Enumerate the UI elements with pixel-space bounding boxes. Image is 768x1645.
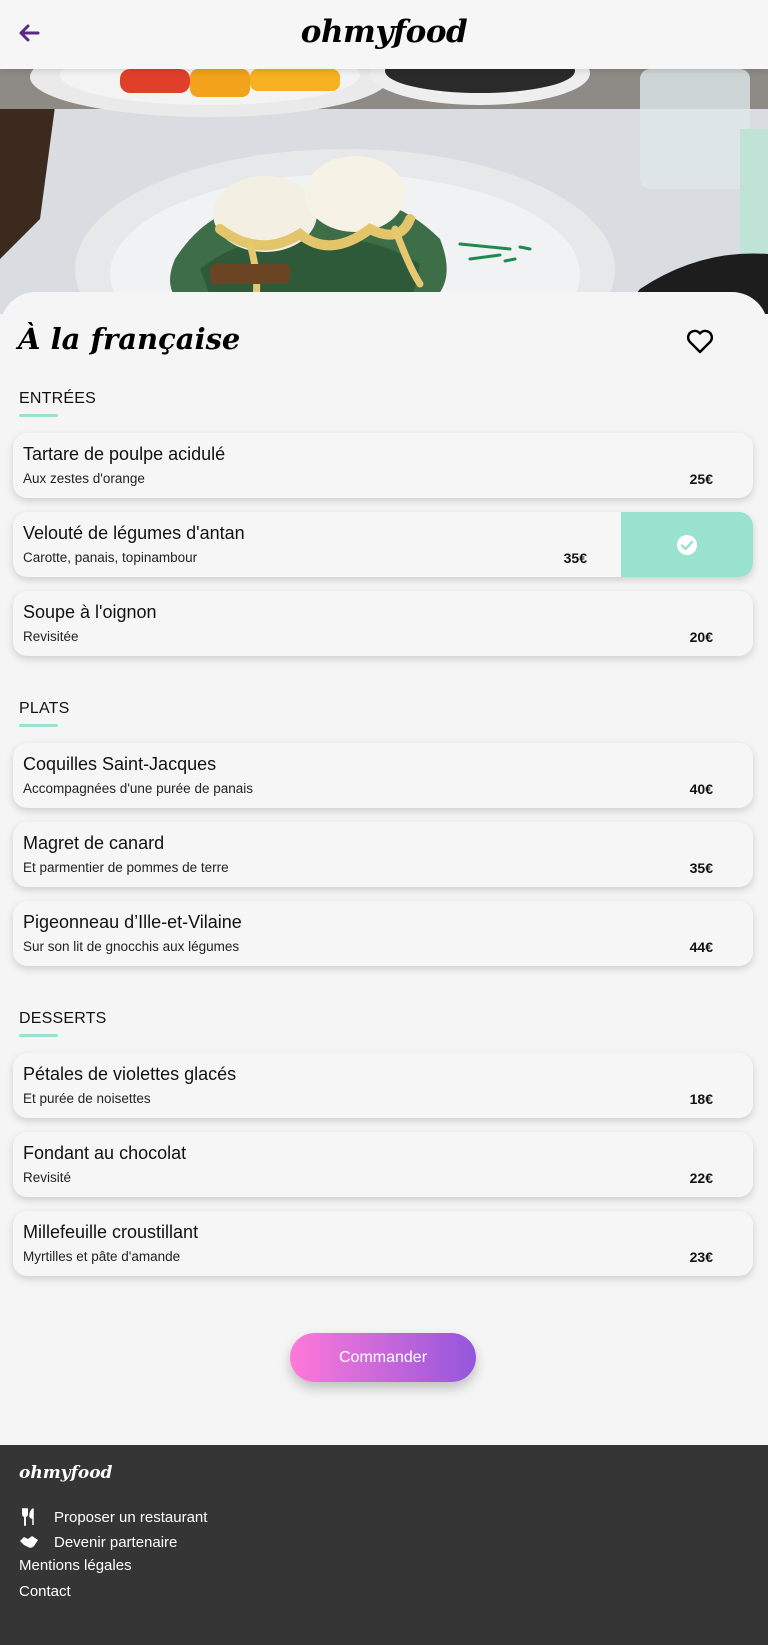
dish-card[interactable]: Pétales de violettes glacés Et purée de … [13,1053,753,1118]
dish-description: Myrtilles et pâte d'amande [23,1249,181,1264]
section-underline [19,1034,58,1037]
dish-description: Carotte, panais, topinambour [23,550,198,565]
footer-link-propose-restaurant[interactable]: Proposer un restaurant [19,1508,207,1526]
dish-description: Aux zestes d'orange [23,471,145,486]
favorite-button[interactable] [686,328,716,356]
dish-price: 35€ [689,860,713,876]
dish-description: Revisitée [23,629,79,644]
handshake-icon [19,1533,39,1551]
footer-logo[interactable]: ohmyfood [19,1463,112,1483]
dish-name: Velouté de légumes d'antan [23,523,245,543]
footer-link-become-partner[interactable]: Devenir partenaire [19,1533,177,1551]
section-title-desserts: DESSERTS [19,1010,107,1027]
check-circle-icon [677,534,697,555]
section-underline [19,414,58,417]
site-footer: ohmyfood Proposer un restaurant Devenir … [0,1445,768,1645]
footer-link-label: Mentions légales [19,1557,132,1574]
restaurant-menu-page: ohmyfood À la française ENTRÉES Tartare … [0,0,768,1645]
dish-name: Tartare de poulpe acidulé [23,444,226,464]
dish-name: Millefeuille croustillant [23,1222,199,1242]
footer-link-label: Proposer un restaurant [54,1508,208,1526]
dish-price: 25€ [689,471,713,487]
dish-card[interactable]: Fondant au chocolat Revisité 22€ [13,1132,753,1197]
dish-card[interactable]: Soupe à l'oignon Revisitée 20€ [13,591,753,656]
dish-description: Revisité [23,1170,72,1185]
footer-link-contact[interactable]: Contact [19,1583,71,1600]
dish-card[interactable]: Millefeuille croustillant Myrtilles et p… [13,1211,753,1276]
dish-name: Fondant au chocolat [23,1143,187,1163]
footer-link-legal[interactable]: Mentions légales [19,1557,132,1574]
utensils-icon [19,1508,39,1526]
dish-description: Et parmentier de pommes de terre [23,860,229,875]
dish-description: Accompagnées d'une purée de panais [23,781,253,796]
order-button[interactable]: Commander [290,1333,476,1382]
section-title-entrees: ENTRÉES [19,390,96,407]
footer-link-label: Devenir partenaire [54,1533,178,1551]
hero-image [0,69,768,314]
site-logo[interactable]: ohmyfood [0,14,768,50]
dish-name: Pigeonneau d’Ille-et-Vilaine [23,912,242,932]
section-underline [19,724,58,727]
restaurant-title: À la française [18,322,241,356]
dish-description: Sur son lit de gnocchis aux légumes [23,939,240,954]
dish-price: 35€ [563,550,587,566]
dish-card[interactable]: Magret de canard Et parmentier de pommes… [13,822,753,887]
dish-card[interactable]: Coquilles Saint-Jacques Accompagnées d'u… [13,743,753,808]
dish-name: Soupe à l'oignon [23,602,157,622]
dish-description: Et purée de noisettes [23,1091,151,1106]
selected-indicator [621,512,753,577]
dish-price: 40€ [689,781,713,797]
dish-price: 44€ [689,939,713,955]
menu-content: À la française ENTRÉES Tartare de poulpe… [0,292,768,1445]
dish-name: Magret de canard [23,833,165,853]
dish-price: 20€ [689,629,713,645]
dish-card[interactable]: Tartare de poulpe acidulé Aux zestes d'o… [13,433,753,498]
dish-name: Pétales de violettes glacés [23,1064,237,1084]
footer-link-label: Contact [19,1583,71,1600]
dish-price: 18€ [689,1091,713,1107]
heart-outline-icon [686,329,714,354]
section-title-plats: PLATS [19,700,70,717]
dish-card-selected[interactable]: Velouté de légumes d'antan Carotte, pana… [13,512,753,577]
top-header: ohmyfood [0,0,768,69]
dish-price: 22€ [689,1170,713,1186]
dish-price: 23€ [689,1249,713,1265]
dish-name: Coquilles Saint-Jacques [23,754,217,774]
dish-card[interactable]: Pigeonneau d’Ille-et-Vilaine Sur son lit… [13,901,753,966]
